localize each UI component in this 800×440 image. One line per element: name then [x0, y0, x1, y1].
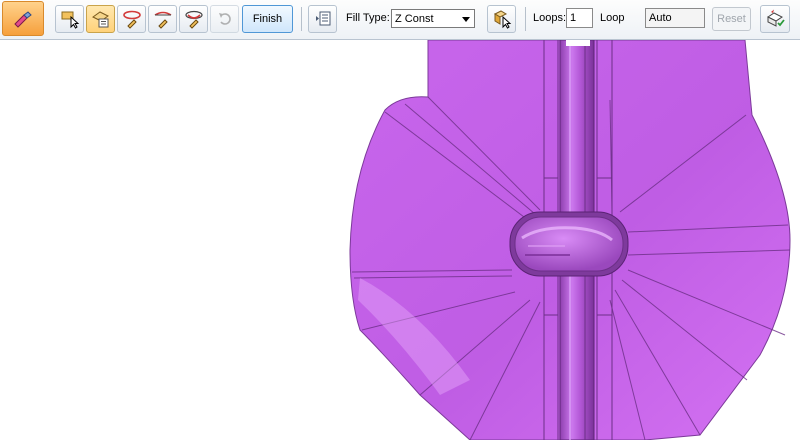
reset-button[interactable]: Reset — [712, 7, 751, 31]
apply-button[interactable] — [760, 5, 790, 33]
pipe-tool-2-button[interactable] — [148, 5, 177, 33]
pipe-tool-1-button[interactable] — [117, 5, 146, 33]
select-cursor-icon — [61, 11, 79, 29]
pipe-pen-3-icon — [184, 10, 203, 29]
apply-icon — [767, 9, 785, 27]
pipe-pen-icon — [122, 10, 141, 29]
undo-button[interactable] — [210, 5, 239, 33]
separator — [525, 7, 526, 31]
hub[interactable] — [509, 211, 629, 277]
pen-tool-icon — [14, 10, 32, 28]
fill-type-label: Fill Type: — [346, 12, 390, 24]
object-cursor-button[interactable] — [487, 5, 516, 33]
loops-input[interactable]: 1 — [566, 8, 593, 28]
pipe-pen-2-icon — [154, 11, 171, 29]
face-select-icon — [91, 11, 109, 28]
3d-viewport[interactable] — [0, 40, 800, 440]
pipe-tool-3-button[interactable] — [179, 5, 208, 33]
loop-value: Auto — [649, 12, 672, 24]
loops-value: 1 — [570, 12, 577, 24]
fill-type-value: Z Const — [395, 12, 434, 25]
finish-button[interactable]: Finish — [242, 5, 293, 33]
list-button[interactable] — [308, 5, 337, 33]
face-select-button[interactable] — [86, 5, 115, 33]
mode-button[interactable] — [2, 1, 44, 36]
loop-label: Loop — [600, 12, 625, 24]
top-notch — [566, 40, 590, 46]
undo-icon — [218, 13, 231, 25]
separator — [301, 7, 302, 31]
fill-type-select[interactable]: Z Const — [391, 9, 475, 28]
chevron-down-icon — [462, 17, 470, 22]
loops-label: Loops: — [533, 12, 567, 24]
loop-input[interactable]: Auto — [645, 8, 705, 28]
list-icon — [315, 11, 330, 26]
object-cursor-icon — [493, 10, 511, 29]
toolbar: Finish Fill Type: Z Const Loops: 1 Loop … — [0, 0, 800, 40]
select-button[interactable] — [55, 5, 84, 33]
